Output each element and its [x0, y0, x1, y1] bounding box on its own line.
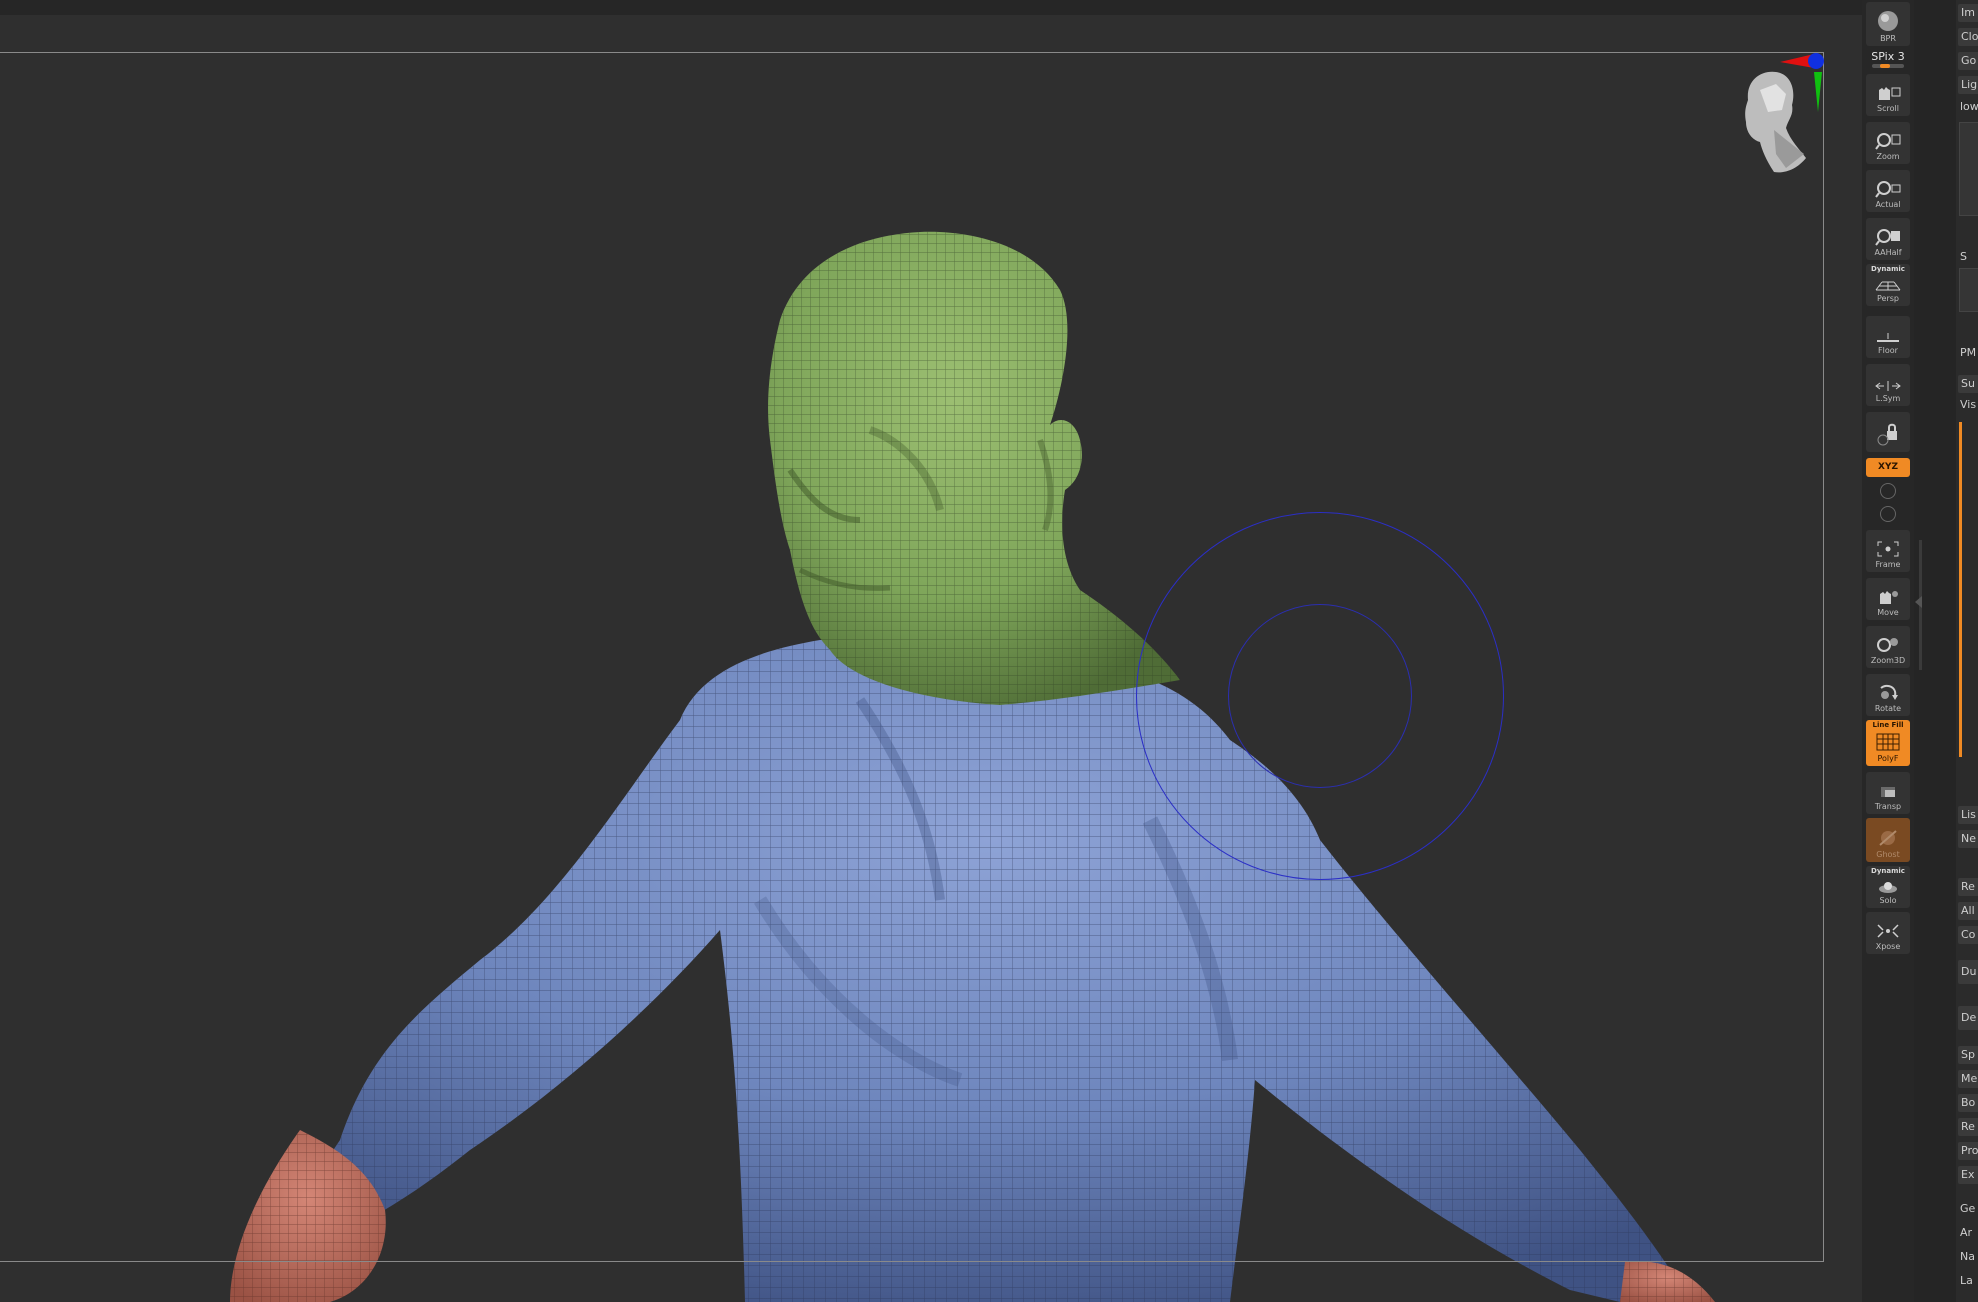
- palette-item[interactable]: De: [1958, 1006, 1978, 1030]
- xpose-button[interactable]: Xpose: [1866, 912, 1910, 954]
- polyf-button[interactable]: Line Fill PolyF: [1866, 720, 1910, 766]
- lsym-label: L.Sym: [1875, 394, 1901, 403]
- spix-label: SPix 3: [1871, 50, 1905, 63]
- palette-item[interactable]: Sp: [1958, 1046, 1978, 1064]
- ghost-label: Ghost: [1876, 850, 1900, 859]
- palette-text: S: [1960, 250, 1967, 263]
- collapse-arrow-icon[interactable]: [1915, 596, 1922, 608]
- palette-item[interactable]: All: [1958, 902, 1978, 920]
- subtool-scroll-slider[interactable]: [1959, 422, 1962, 757]
- palette-item[interactable]: Ne: [1958, 830, 1978, 848]
- polyframe-grid-icon: [1876, 733, 1900, 751]
- palette-item[interactable]: Co: [1958, 926, 1978, 944]
- floor-button[interactable]: Floor: [1866, 316, 1910, 358]
- right-tool-palette: Im Clo Go Lig low S PM Su Vis Lis Ne Re …: [1956, 0, 1978, 1302]
- palette-item[interactable]: Go: [1958, 52, 1978, 70]
- persp-dynamic-label: Dynamic: [1871, 265, 1905, 273]
- palette-item[interactable]: Du: [1958, 960, 1978, 984]
- zoom-label: Zoom: [1876, 152, 1900, 161]
- persp-button[interactable]: Dynamic Persp: [1866, 264, 1910, 306]
- palette-text: Vis: [1960, 398, 1977, 411]
- palette-swatch-box[interactable]: [1959, 268, 1978, 312]
- right-hand-polygroup: [1620, 1261, 1715, 1302]
- zoom-button[interactable]: Zoom: [1866, 122, 1910, 164]
- hand-scroll-icon: [1879, 87, 1901, 100]
- palette-item[interactable]: Lig: [1958, 76, 1978, 94]
- polyf-label: PolyF: [1877, 754, 1899, 763]
- scroll-button[interactable]: Scroll: [1866, 74, 1910, 116]
- spix-slider[interactable]: [1872, 64, 1904, 68]
- palette-item[interactable]: Pro: [1958, 1142, 1978, 1160]
- magnifier-zoom-icon: [1875, 133, 1901, 150]
- solo-icon: [1879, 882, 1897, 893]
- palette-section-label[interactable]: La: [1960, 1274, 1973, 1287]
- solo-label: Solo: [1879, 896, 1897, 905]
- z-rotate-icon[interactable]: [1880, 506, 1896, 522]
- solo-button[interactable]: Dynamic Solo: [1866, 866, 1910, 908]
- rotate-button[interactable]: Rotate: [1866, 674, 1910, 716]
- xyz-rotate-toggle[interactable]: XYZ: [1866, 458, 1910, 477]
- aahalf-button[interactable]: AAHalf: [1866, 218, 1910, 260]
- bpr-label: BPR: [1880, 34, 1896, 43]
- y-rotate-icon[interactable]: [1880, 483, 1896, 499]
- transparency-icon: [1881, 787, 1895, 797]
- palette-item[interactable]: Ex: [1958, 1166, 1978, 1184]
- palette-item[interactable]: Re: [1958, 878, 1978, 896]
- rotate-icon: [1880, 684, 1898, 700]
- lock-button[interactable]: [1866, 412, 1910, 452]
- hand-move-icon: [1880, 591, 1898, 604]
- canvas-frame: [0, 52, 1824, 1262]
- frame-label: Frame: [1875, 560, 1901, 569]
- local-symmetry-icon: [1875, 381, 1901, 391]
- spix-slider-fill: [1880, 64, 1890, 68]
- palette-item[interactable]: Im: [1958, 4, 1978, 22]
- aahalf-label: AAHalf: [1874, 248, 1902, 257]
- scroll-label: Scroll: [1877, 104, 1899, 113]
- magnifier-actual-icon: [1875, 181, 1901, 198]
- ghost-button[interactable]: Ghost: [1866, 818, 1910, 862]
- palette-item[interactable]: Clo: [1958, 28, 1978, 46]
- perspective-grid-icon: [1875, 281, 1901, 291]
- rotate-label: Rotate: [1874, 704, 1902, 713]
- solo-dynamic-label: Dynamic: [1871, 867, 1905, 875]
- floor-icon: [1877, 333, 1899, 342]
- zoom3d-label: Zoom3D: [1870, 656, 1906, 665]
- palette-item[interactable]: Re: [1958, 1118, 1978, 1136]
- transp-label: Transp: [1874, 802, 1902, 811]
- palette-subtool-header[interactable]: Su: [1958, 375, 1978, 393]
- palette-section-label[interactable]: Ar: [1960, 1226, 1972, 1239]
- floor-label: Floor: [1878, 346, 1898, 355]
- xpose-icon: [1877, 924, 1899, 938]
- palette-item[interactable]: Bo: [1958, 1094, 1978, 1112]
- palette-text: low: [1960, 100, 1978, 113]
- move-label: Move: [1877, 608, 1899, 617]
- palette-section-label[interactable]: Na: [1960, 1250, 1975, 1263]
- ghost-icon: [1879, 830, 1897, 846]
- palette-section-label[interactable]: Ge: [1960, 1202, 1975, 1215]
- actual-label: Actual: [1875, 200, 1901, 209]
- palette-item[interactable]: Me: [1958, 1070, 1978, 1088]
- persp-label: Persp: [1877, 294, 1899, 303]
- palette-item[interactable]: Lis: [1958, 806, 1978, 824]
- actual-button[interactable]: Actual: [1866, 170, 1910, 212]
- lock-icon: [1877, 423, 1897, 446]
- frame-icon: [1877, 541, 1899, 557]
- lsym-button[interactable]: L.Sym: [1866, 364, 1910, 406]
- frame-button[interactable]: Frame: [1866, 530, 1910, 572]
- palette-preview-box: [1959, 122, 1978, 216]
- magnifier-aahalf-icon: [1875, 229, 1900, 246]
- magnifier-3d-icon: [1877, 638, 1898, 652]
- zoom3d-button[interactable]: Zoom3D: [1866, 626, 1910, 668]
- transp-button[interactable]: Transp: [1866, 772, 1910, 814]
- bpr-button[interactable]: BPR: [1866, 2, 1910, 46]
- move-button[interactable]: Move: [1866, 578, 1910, 620]
- axis-gizmo[interactable]: [1766, 50, 1828, 114]
- xpose-label: Xpose: [1875, 942, 1901, 951]
- palette-text: PM: [1960, 346, 1977, 359]
- polyf-linefill-label: Line Fill: [1872, 721, 1904, 729]
